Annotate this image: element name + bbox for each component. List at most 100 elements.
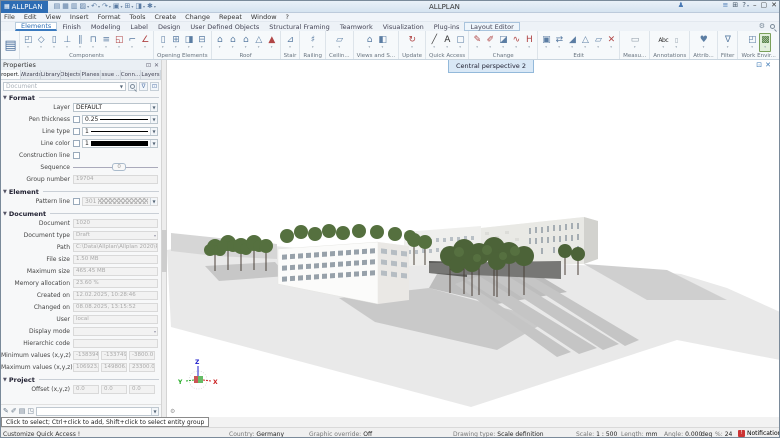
roof-update-icon[interactable]: ▲: [266, 33, 278, 52]
tools-icon[interactable]: ✱: [147, 3, 156, 10]
delete-icon[interactable]: ✕: [605, 33, 617, 52]
pattern-line-checkbox[interactable]: [73, 198, 80, 205]
door-icon[interactable]: ▯: [157, 33, 169, 52]
modify-pen-icon[interactable]: ✎: [471, 33, 483, 52]
panel-tab[interactable]: Library: [41, 70, 61, 79]
sequence-slider[interactable]: 0: [73, 163, 158, 172]
view-icon[interactable]: ⌂: [363, 33, 375, 52]
min-y-field[interactable]: -133749.: [101, 351, 127, 360]
railing-icon[interactable]: ♯: [307, 33, 319, 52]
line-type-checkbox[interactable]: [73, 128, 80, 135]
min-x-field[interactable]: -138394.: [73, 351, 99, 360]
document-field[interactable]: 08.08.2025, 13:15:52: [73, 303, 158, 312]
line-color-checkbox[interactable]: [73, 140, 80, 147]
menu-item[interactable]: Edit: [24, 13, 37, 21]
minimize-icon[interactable]: –: [753, 2, 757, 9]
panel-tab[interactable]: Propert...: [1, 70, 21, 79]
label-icon[interactable]: ▯: [670, 33, 682, 52]
line-color-select[interactable]: 1▼: [82, 139, 158, 148]
panel-tab[interactable]: Conn...: [121, 70, 141, 79]
attributes-icon[interactable]: ♥: [698, 33, 710, 52]
pin-icon[interactable]: ⊡: [146, 62, 151, 69]
menu-item[interactable]: Tools: [129, 13, 145, 21]
viewport[interactable]: Central perspective 2 ⊡ ✕: [167, 60, 779, 417]
connect-list-icon[interactable]: ≡: [723, 2, 729, 9]
line-type-select[interactable]: 1▼: [82, 127, 158, 136]
ceiling-icon[interactable]: ▱: [333, 33, 345, 52]
search-icon[interactable]: [128, 82, 137, 91]
measure-icon[interactable]: ▭: [629, 33, 641, 52]
slab-icon[interactable]: ◇: [35, 33, 47, 52]
collapse-icon[interactable]: ▼: [3, 211, 7, 217]
wall-opening-icon[interactable]: ⊓: [87, 33, 99, 52]
section-icon[interactable]: ◧: [376, 33, 388, 52]
text-icon[interactable]: A: [441, 33, 453, 52]
document-field[interactable]: 12.02.2025, 10:28:46: [73, 291, 158, 300]
drawing-type-value[interactable]: Scale definition: [497, 431, 543, 438]
offset-y-field[interactable]: 0.0: [101, 385, 127, 394]
ribbon-tab[interactable]: Design: [153, 22, 185, 31]
copy-icon[interactable]: ▣: [113, 3, 123, 10]
viewport-close-icon[interactable]: ✕: [765, 61, 771, 69]
ribbon-tab[interactable]: Plug-ins: [429, 22, 465, 31]
save-icon[interactable]: ▥: [71, 3, 78, 10]
collapse-icon[interactable]: ▼: [3, 189, 7, 195]
menu-item[interactable]: File: [4, 13, 15, 21]
document-field[interactable]: [73, 327, 158, 336]
update-3d-icon[interactable]: ↻: [406, 33, 418, 52]
niche-icon[interactable]: ⌐: [126, 33, 138, 52]
match-color-icon[interactable]: ✐: [11, 407, 17, 415]
actionbar-configure-icon[interactable]: ▤: [2, 31, 20, 59]
match-pen-icon[interactable]: ✎: [3, 407, 9, 415]
max-z-field[interactable]: 23300.0: [129, 363, 155, 372]
select-frame-icon[interactable]: ▢: [454, 33, 466, 52]
wall-icon[interactable]: ◰: [22, 33, 34, 52]
panel-tab[interactable]: Objects: [61, 70, 81, 79]
document-field[interactable]: Draft: [73, 231, 158, 240]
foundation-icon[interactable]: ⊥: [61, 33, 73, 52]
ribbon-tab[interactable]: Elements: [15, 22, 57, 31]
column-icon[interactable]: ▯: [48, 33, 60, 52]
edit-document-icon[interactable]: ◪: [497, 33, 509, 52]
paste-icon[interactable]: ⊞: [125, 3, 134, 10]
menu-item[interactable]: ?: [286, 13, 289, 21]
ribbon-tab[interactable]: Teamwork: [335, 22, 378, 31]
menu-item[interactable]: Change: [185, 13, 210, 21]
document-field[interactable]: [73, 339, 158, 348]
offset-x-field[interactable]: 0.0: [73, 385, 99, 394]
help-icon[interactable]: ?: [742, 2, 749, 9]
favorites-combo[interactable]: ▼: [36, 407, 159, 416]
group-number-field[interactable]: 19704: [73, 175, 158, 184]
search-icon[interactable]: [770, 24, 775, 29]
modify-line-icon[interactable]: ∿: [510, 33, 522, 52]
customize-quick-access[interactable]: Customize Quick Access !: [3, 431, 80, 438]
wall-axis-icon[interactable]: H: [523, 33, 535, 52]
element-selector-combo[interactable]: Document▼: [3, 82, 126, 91]
task-board-icon[interactable]: ▦: [62, 3, 69, 10]
undo-icon[interactable]: ↶: [91, 3, 100, 10]
roof-frame-icon[interactable]: ⌂: [227, 33, 239, 52]
menu-item[interactable]: Format: [98, 13, 121, 21]
print-icon[interactable]: ▨: [79, 3, 89, 10]
move-icon[interactable]: ⇄: [553, 33, 565, 52]
collapse-icon[interactable]: ▼: [3, 377, 7, 383]
resize-icon[interactable]: ▱: [592, 33, 604, 52]
ribbon-tab[interactable]: Layout Editor: [464, 22, 519, 31]
redo-icon[interactable]: ↷: [102, 3, 111, 10]
skylight-icon[interactable]: ⊟: [196, 33, 208, 52]
user-icon[interactable]: ♟: [678, 2, 684, 9]
allplan-app-button[interactable]: ▦ ALLPLAN: [1, 1, 48, 13]
shop-icon[interactable]: ⊞: [732, 2, 738, 9]
filter-icon[interactable]: ∇: [722, 33, 734, 52]
construction-line-checkbox[interactable]: [73, 152, 80, 159]
layer-select[interactable]: DEFAULT▼: [73, 103, 158, 112]
menu-item[interactable]: View: [45, 13, 60, 21]
menu-item[interactable]: Repeat: [219, 13, 242, 21]
favorites-open-icon[interactable]: ▤: [19, 407, 26, 415]
max-x-field[interactable]: 106923.3: [73, 363, 99, 372]
viewport-pin-icon[interactable]: ⊡: [756, 61, 762, 69]
strip-foundation-icon[interactable]: ≡: [100, 33, 112, 52]
viewport-3d-scene[interactable]: Z Y X ⚙: [167, 60, 779, 417]
offset-z-field[interactable]: 0.0: [129, 385, 155, 394]
rotate-icon[interactable]: ◢: [566, 33, 578, 52]
